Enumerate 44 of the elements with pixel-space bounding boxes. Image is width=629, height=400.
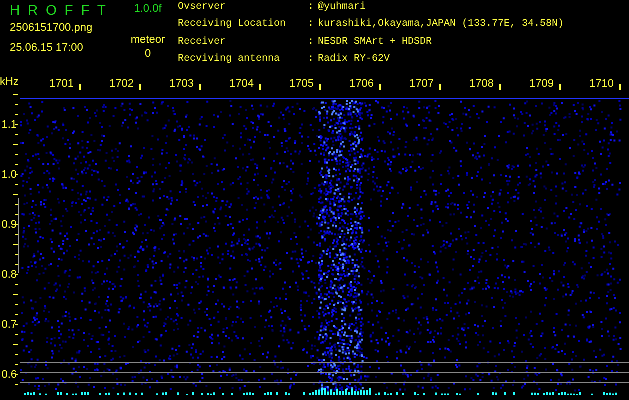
frequency-label: 1706	[350, 78, 374, 90]
frequency-label: 1704	[230, 78, 254, 90]
frequency-label: 1702	[110, 78, 134, 90]
info-label: Ovserver	[178, 2, 228, 15]
app-logo: H R O F F T	[10, 2, 108, 18]
tick-mark-icon	[499, 84, 501, 90]
amplitude-label: 0.8	[2, 269, 18, 281]
tick-mark-icon	[559, 84, 561, 90]
counter-value: 0	[144, 47, 152, 61]
info-label: Receiver	[178, 36, 228, 50]
amplitude-label: 0.6	[2, 369, 18, 381]
frequency-label: 1705	[290, 78, 314, 90]
frequency-label: 1710	[590, 78, 614, 90]
tick-mark-icon	[319, 84, 321, 90]
version-label: 1.0.0f	[134, 3, 162, 15]
frequency-label: 1709	[530, 78, 554, 90]
tick-mark-icon	[79, 84, 81, 90]
tick-mark-icon	[259, 84, 261, 90]
info-separator: :	[308, 19, 316, 32]
frequency-label: 1703	[170, 78, 194, 90]
info-label: Receiving Location	[178, 19, 288, 32]
tick-mark-icon	[199, 84, 201, 90]
tick-mark-icon	[619, 84, 621, 90]
frequency-label: 1707	[410, 78, 434, 90]
info-value: @yuhmari	[318, 2, 368, 15]
counter-label: meteor	[130, 33, 166, 47]
frequency-label: 1701	[50, 78, 74, 90]
info-separator: :	[308, 2, 316, 15]
unit-label: kHz	[0, 74, 20, 89]
amplitude-label: 0.7	[2, 319, 18, 331]
tick-mark-icon	[379, 84, 381, 90]
amplitude-label: 1.1	[2, 119, 18, 131]
info-value: Radix RY-62V	[318, 54, 392, 67]
info-separator: :	[308, 36, 316, 50]
timestamp: 25.06.15 17:00	[10, 41, 84, 55]
info-separator: :	[308, 54, 316, 67]
info-label: Recviving antenna	[178, 54, 282, 67]
info-value: kurashiki,Okayama,JAPAN (133.77E, 34.58N)	[318, 19, 564, 32]
tick-mark-icon	[439, 84, 441, 90]
frequency-label: 1708	[470, 78, 494, 90]
amplitude-label: 1.0	[2, 169, 18, 181]
tick-mark-icon	[139, 84, 141, 90]
file-name: 2506151700.png	[10, 21, 94, 35]
info-value: NESDR SMArt + HDSDR	[318, 36, 434, 50]
